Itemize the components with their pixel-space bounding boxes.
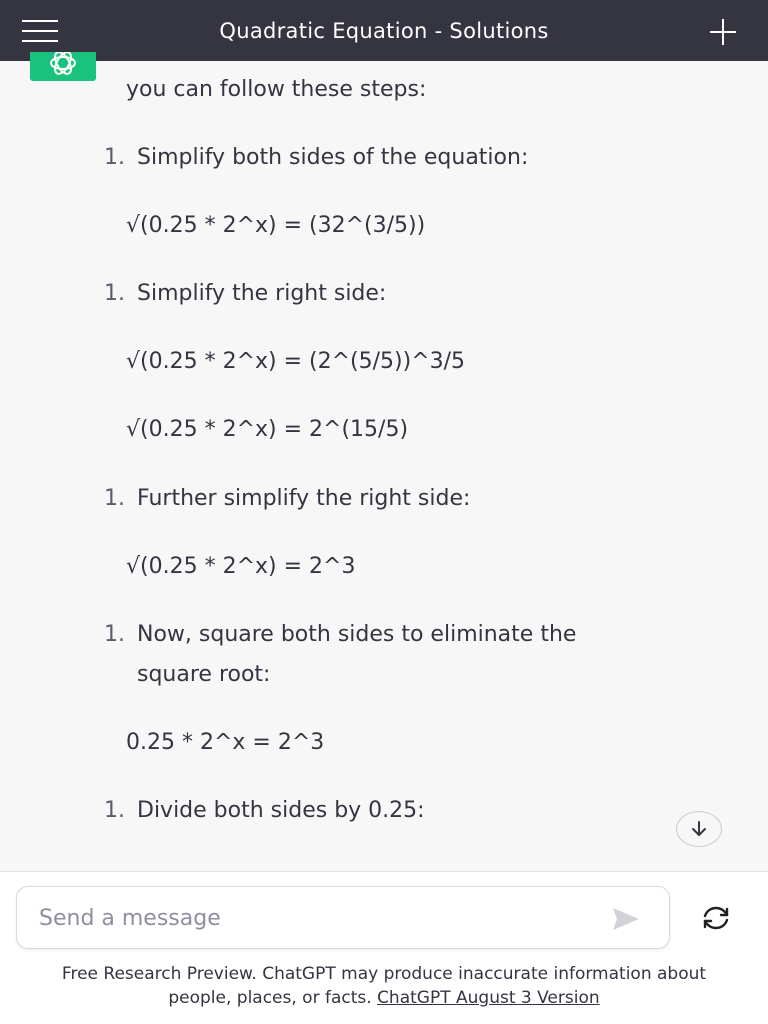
equation: √(0.25 * 2^x) = 2^(15/5) bbox=[126, 417, 409, 442]
message-box bbox=[16, 886, 670, 949]
equation: √(0.25 * 2^x) = (2^(5/5))^3/5 bbox=[126, 349, 466, 374]
step-number: 1. bbox=[104, 622, 125, 647]
message-input[interactable] bbox=[39, 899, 599, 937]
equation: 0.25 * 2^x = 2^3 bbox=[126, 730, 325, 755]
arrow-down-icon bbox=[692, 821, 706, 836]
regenerate-icon[interactable] bbox=[700, 905, 732, 931]
step-text: Further simplify the right side: bbox=[137, 486, 471, 511]
step-number: 1. bbox=[104, 145, 125, 170]
step-number: 1. bbox=[104, 486, 125, 511]
conversation-title: Quadratic Equation - Solutions bbox=[219, 18, 549, 43]
disclaimer-line-1: Free Research Preview. ChatGPT may produ… bbox=[61, 964, 707, 984]
plus-icon[interactable] bbox=[708, 17, 738, 47]
top-bar: Quadratic Equation - Solutions bbox=[0, 0, 768, 61]
disclaimer: Free Research Preview. ChatGPT may produ… bbox=[0, 962, 768, 1010]
step-text: Simplify both sides of the equation: bbox=[137, 145, 529, 170]
chatgpt-logo-icon bbox=[50, 52, 76, 75]
step-text: Divide both sides by 0.25: bbox=[137, 798, 425, 823]
step-number: 1. bbox=[104, 798, 125, 823]
equation: √(0.25 * 2^x) = (32^(3/5)) bbox=[126, 213, 426, 238]
assistant-avatar bbox=[30, 52, 96, 81]
disclaimer-line-2: people, places, or facts. ChatGPT August… bbox=[0, 986, 768, 1010]
chat-transcript: you can follow these steps: 1. Simplify … bbox=[0, 61, 768, 871]
scroll-to-bottom-button[interactable] bbox=[676, 811, 722, 847]
step-text: Now, square both sides to eliminate the bbox=[137, 622, 577, 647]
step-text-continued: square root: bbox=[137, 662, 271, 687]
message-intro: you can follow these steps: bbox=[126, 77, 427, 102]
composer-area: Free Research Preview. ChatGPT may produ… bbox=[0, 871, 768, 1024]
step-text: Simplify the right side: bbox=[137, 281, 387, 306]
send-icon[interactable] bbox=[611, 906, 641, 932]
equation: √(0.25 * 2^x) = 2^3 bbox=[126, 554, 356, 579]
version-link[interactable]: ChatGPT August 3 Version bbox=[377, 988, 600, 1008]
step-number: 1. bbox=[104, 281, 125, 306]
disclaimer-text: people, places, or facts. bbox=[168, 988, 378, 1008]
hamburger-icon[interactable] bbox=[22, 20, 60, 42]
